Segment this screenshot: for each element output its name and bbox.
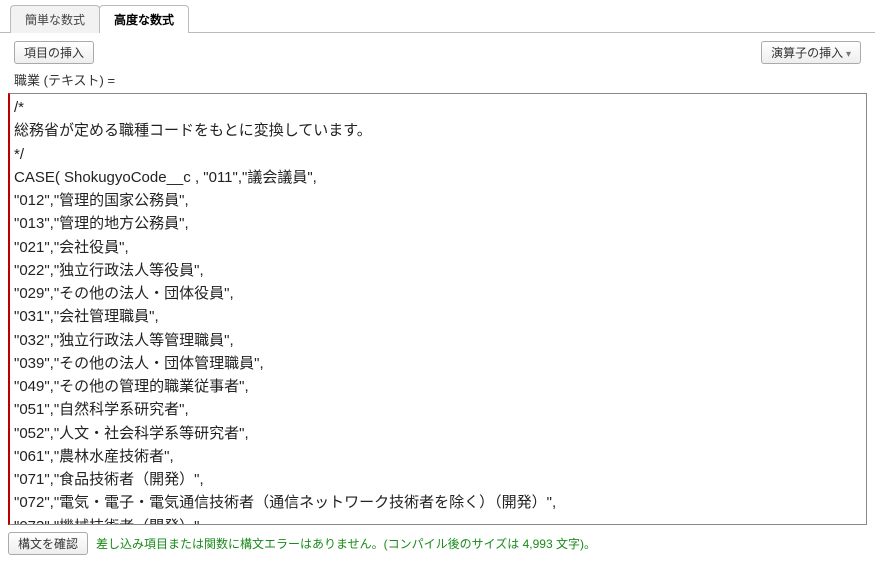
syntax-status-message: 差し込み項目または関数に構文エラーはありません。(コンパイル後のサイズは 4,9… — [96, 535, 596, 552]
insert-field-button[interactable]: 項目の挿入 — [14, 41, 94, 64]
footer: 構文を確認 差し込み項目または関数に構文エラーはありません。(コンパイル後のサイ… — [0, 528, 875, 559]
field-label: 職業 (テキスト) = — [0, 68, 875, 93]
formula-editor[interactable] — [8, 93, 867, 525]
tab-bar: 簡単な数式 高度な数式 — [0, 4, 875, 33]
check-syntax-button[interactable]: 構文を確認 — [8, 532, 88, 555]
toolbar: 項目の挿入 演算子の挿入 — [0, 33, 875, 68]
insert-operator-dropdown[interactable]: 演算子の挿入 — [761, 41, 861, 64]
tab-advanced-formula[interactable]: 高度な数式 — [99, 5, 189, 33]
tab-simple-formula[interactable]: 簡単な数式 — [10, 5, 100, 33]
